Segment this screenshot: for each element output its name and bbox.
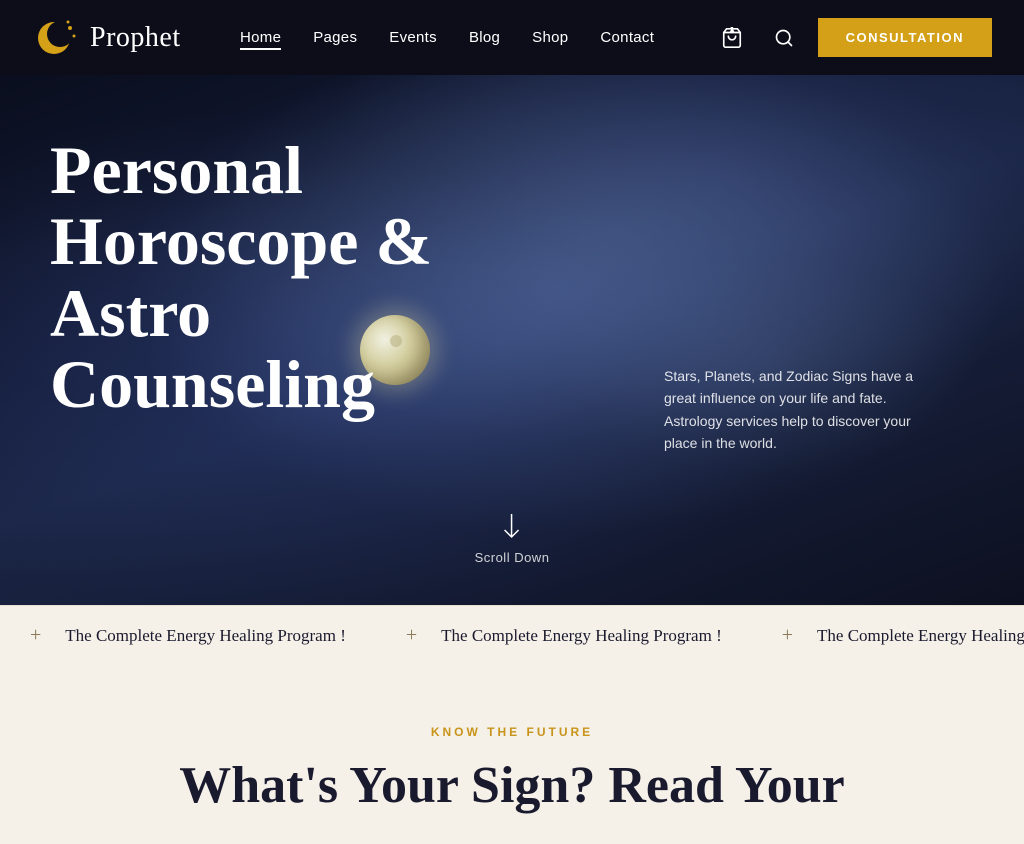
consultation-button[interactable]: CONSULTATION bbox=[818, 18, 992, 57]
nav-item-shop[interactable]: Shop bbox=[532, 29, 568, 47]
cart-icon: 1 bbox=[721, 27, 743, 49]
scroll-down-button[interactable]: Scroll Down bbox=[475, 514, 550, 565]
scroll-down-arrow bbox=[502, 514, 522, 542]
nav-item-home[interactable]: Home bbox=[240, 29, 281, 47]
svg-text:1: 1 bbox=[730, 27, 733, 33]
navbar: Prophet Home Pages Events Blog Shop Cont… bbox=[0, 0, 1024, 75]
logo-icon bbox=[32, 14, 80, 62]
nav-links: Home Pages Events Blog Shop Contact bbox=[240, 29, 654, 47]
ticker-band: + The Complete Energy Healing Program ! … bbox=[0, 605, 1024, 665]
know-title: What's Your Sign? Read Your bbox=[50, 757, 974, 814]
hero-title: Personal Horoscope & Astro Counseling bbox=[50, 135, 470, 421]
nav-item-blog[interactable]: Blog bbox=[469, 29, 500, 47]
scroll-down-label: Scroll Down bbox=[475, 550, 550, 565]
ticker-inner: + The Complete Energy Healing Program ! … bbox=[0, 624, 1024, 647]
ticker-item-1: + The Complete Energy Healing Program ! bbox=[0, 624, 376, 647]
search-icon bbox=[774, 28, 794, 48]
ticker-text-3: The Complete Energy Healing Program ! bbox=[817, 626, 1024, 646]
ticker-item-2: + The Complete Energy Healing Program ! bbox=[376, 624, 752, 647]
ticker-item-3: + The Complete Energy Healing Program ! bbox=[752, 624, 1024, 647]
brand-name: Prophet bbox=[90, 22, 181, 54]
ticker-text-1: The Complete Energy Healing Program ! bbox=[65, 626, 346, 646]
ticker-plus-2: + bbox=[406, 624, 417, 647]
cart-button[interactable]: 1 bbox=[714, 20, 750, 56]
hero-content: Personal Horoscope & Astro Counseling bbox=[0, 75, 1024, 421]
ticker-text-2: The Complete Energy Healing Program ! bbox=[441, 626, 722, 646]
nav-item-pages[interactable]: Pages bbox=[313, 29, 357, 47]
know-label: KNOW THE FUTURE bbox=[50, 725, 974, 739]
nav-item-events[interactable]: Events bbox=[389, 29, 437, 47]
nav-right: 1 CONSULTATION bbox=[714, 18, 992, 57]
hero-section: Personal Horoscope & Astro Counseling St… bbox=[0, 75, 1024, 605]
ticker-plus-3: + bbox=[782, 624, 793, 647]
search-button[interactable] bbox=[766, 20, 802, 56]
logo-area[interactable]: Prophet bbox=[32, 14, 181, 62]
know-section: KNOW THE FUTURE What's Your Sign? Read Y… bbox=[0, 665, 1024, 844]
nav-item-contact[interactable]: Contact bbox=[600, 29, 654, 47]
ticker-plus-1: + bbox=[30, 624, 41, 647]
